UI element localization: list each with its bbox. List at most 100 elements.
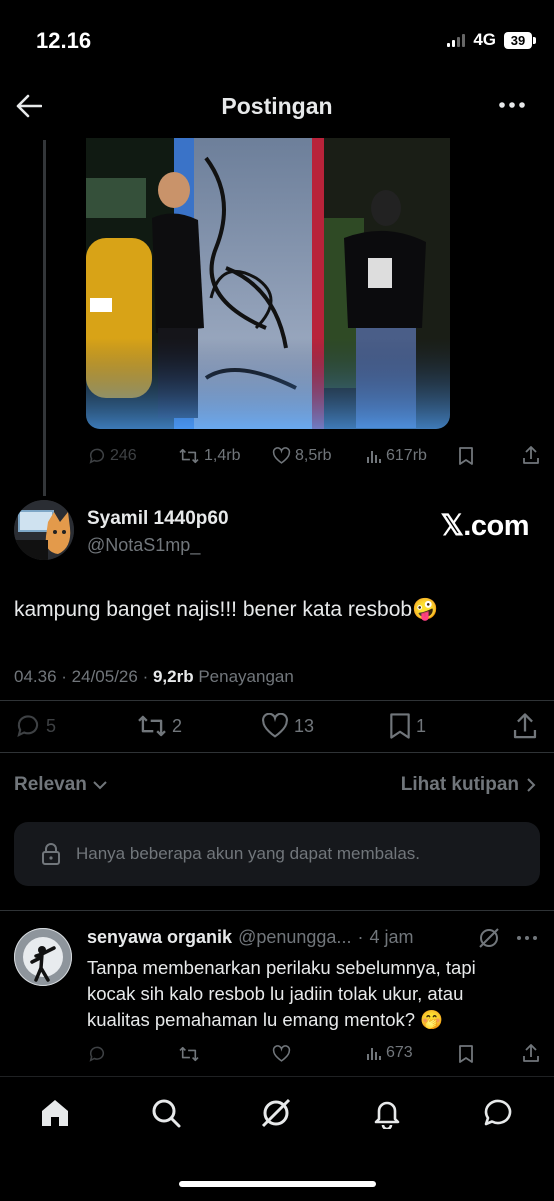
nav-messages[interactable] [482, 1097, 514, 1129]
divider [0, 700, 554, 701]
lock-icon [42, 843, 60, 865]
network-label: 4G [473, 30, 496, 49]
status-time: 12.16 [36, 28, 92, 53]
reply-bookmark-button[interactable] [458, 1045, 474, 1063]
nav-home[interactable] [39, 1097, 71, 1129]
thread-line [43, 140, 46, 496]
more-icon [499, 102, 525, 108]
more-icon [517, 936, 537, 940]
reply-author-handle[interactable]: @penungga... [238, 927, 351, 948]
quoted-view-count: 617rb [386, 447, 427, 464]
quoted-share-button[interactable] [522, 446, 540, 465]
post-text-body: kampung banget najis!!! bener kata resbo… [14, 598, 413, 621]
search-icon [152, 1099, 181, 1128]
bell-icon [374, 1101, 400, 1129]
grok-icon [479, 928, 499, 948]
divider [0, 752, 554, 753]
reply-time: 4 jam [369, 927, 414, 947]
reply-button[interactable]: 5 [14, 713, 56, 739]
status-indicators: 4G 39 [447, 30, 536, 50]
post-time[interactable]: 04.36 [14, 667, 57, 686]
views-icon [367, 1048, 381, 1060]
quoted-bookmark-button[interactable] [458, 447, 474, 465]
bookmark-icon [459, 447, 473, 465]
page-title: Postingan [221, 93, 333, 119]
home-icon [42, 1100, 68, 1126]
reply-author-avatar[interactable] [14, 928, 72, 986]
like-button[interactable]: 13 [260, 713, 314, 739]
battery-level: 39 [504, 31, 532, 49]
reply-reply-button[interactable] [88, 1045, 106, 1063]
signal-icon [447, 33, 466, 47]
repost-button[interactable]: 2 [136, 713, 182, 739]
post-meta: 04.36 · 24/05/26 · 9,2rb Penayangan [14, 667, 294, 686]
view-quotes-label: Lihat kutipan [400, 774, 519, 795]
post-emoji: 🤪 [412, 598, 439, 621]
reply-restriction-notice: Hanya beberapa akun yang dapat membalas. [14, 822, 540, 886]
repost-icon [138, 715, 166, 737]
share-button[interactable] [512, 713, 538, 740]
share-icon [523, 1044, 539, 1062]
restriction-text: Hanya beberapa akun yang dapat membalas. [76, 844, 421, 863]
reply-share-button[interactable] [522, 1044, 540, 1063]
reply-icon [89, 1046, 105, 1062]
author-handle[interactable]: @NotaS1mp_ [87, 535, 200, 556]
reply-repost-button[interactable] [178, 1045, 200, 1063]
nav-grok[interactable] [260, 1097, 292, 1129]
reply-view-count: 673 [386, 1044, 413, 1061]
bookmark-icon [459, 1045, 473, 1063]
nav-search[interactable] [150, 1097, 182, 1129]
repost-icon [179, 1046, 199, 1062]
repost-icon [179, 448, 199, 464]
quoted-reply-button[interactable]: 246 [88, 447, 137, 465]
author-avatar[interactable] [14, 500, 74, 560]
reply-text: Tanpa membenarkan perilaku sebelumnya, t… [87, 955, 527, 1033]
sort-label: Relevan [14, 774, 87, 795]
reply-emoji: 🤭 [420, 1009, 444, 1030]
divider [0, 910, 554, 911]
quoted-repost-count: 1,4rb [204, 447, 241, 464]
grok-icon [261, 1098, 291, 1128]
heart-icon [262, 713, 288, 738]
post-media-image[interactable] [86, 138, 450, 429]
quoted-reply-count: 246 [110, 447, 137, 464]
post-date[interactable]: 24/05/26 [72, 667, 138, 686]
chevron-right-icon [527, 778, 536, 792]
nav-notifications[interactable] [371, 1097, 403, 1129]
author-name[interactable]: Syamil 1440p60 [87, 508, 229, 530]
post-text: kampung banget najis!!! bener kata resbo… [14, 598, 438, 622]
message-icon [484, 1099, 512, 1126]
heart-icon [272, 447, 291, 464]
reply-like-button[interactable] [272, 1045, 291, 1063]
reply-count: 5 [46, 715, 57, 736]
xcom-watermark: 𝕏.com [440, 510, 529, 542]
quoted-like-button[interactable]: 8,5rb [272, 447, 331, 465]
view-quotes-link[interactable]: Lihat kutipan [401, 774, 536, 796]
grok-button[interactable] [478, 927, 500, 949]
reply-icon [17, 715, 39, 738]
reply-text-body: Tanpa membenarkan perilaku sebelumnya, t… [87, 957, 476, 1030]
share-icon [513, 713, 537, 739]
like-count: 13 [294, 715, 315, 736]
battery-icon: 39 [504, 31, 536, 49]
post-view-label: Penayangan [198, 667, 294, 686]
quoted-views-button[interactable]: 617rb [366, 447, 427, 465]
reply-icon [89, 448, 105, 464]
views-icon [367, 451, 381, 463]
heart-icon [272, 1045, 291, 1062]
reply-author-name[interactable]: senyawa organik [87, 927, 232, 948]
reply-header: senyawa organik @penungga... · 4 jam [87, 927, 414, 948]
quoted-repost-button[interactable]: 1,4rb [178, 447, 240, 465]
reply-views-button[interactable]: 673 [366, 1044, 413, 1062]
post-view-count: 9,2rb [152, 667, 194, 686]
bookmark-button[interactable]: 1 [388, 713, 426, 739]
sort-dropdown[interactable]: Relevan [14, 774, 107, 796]
reply-more-button[interactable] [516, 934, 538, 942]
quoted-like-count: 8,5rb [295, 447, 332, 464]
bookmark-count: 1 [416, 715, 427, 736]
bookmark-icon [390, 713, 410, 739]
share-icon [523, 446, 539, 464]
chevron-down-icon [93, 780, 107, 789]
home-indicator [179, 1181, 376, 1187]
more-options-button[interactable] [498, 98, 526, 112]
